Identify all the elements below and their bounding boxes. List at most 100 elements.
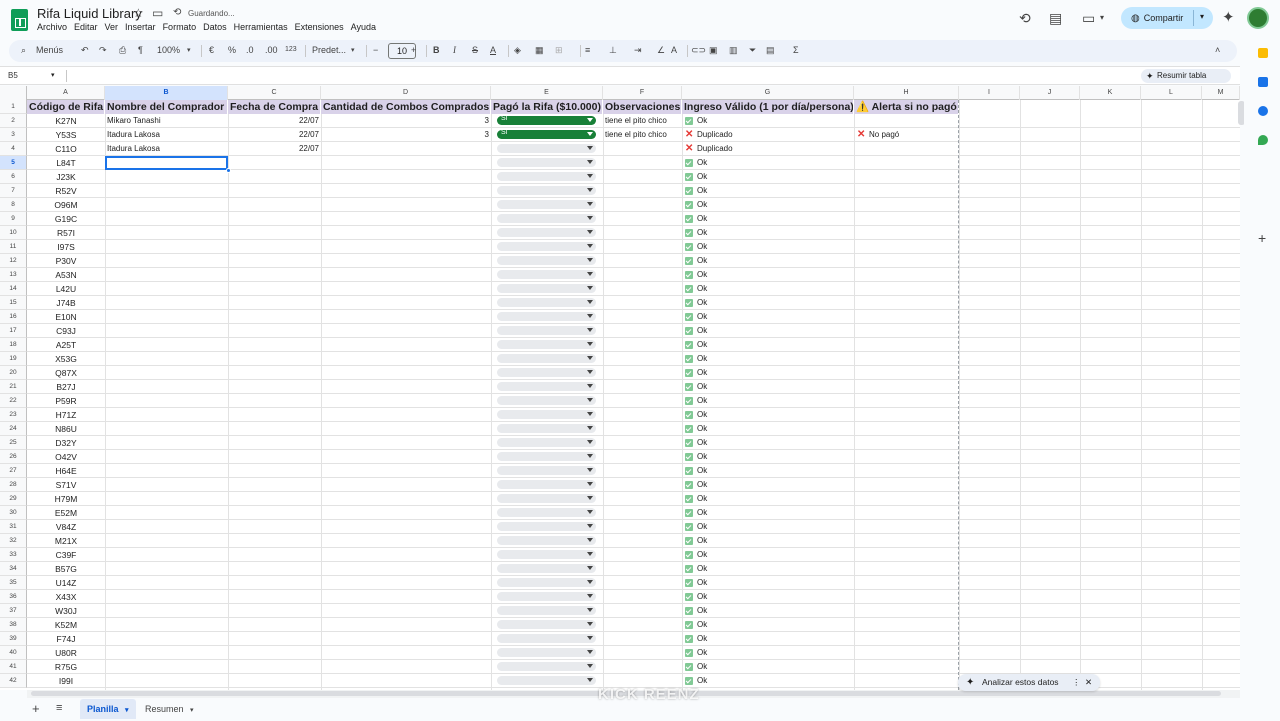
raffle-code-cell[interactable]: L84T xyxy=(27,156,105,170)
raffle-code-cell[interactable]: Y53S xyxy=(27,128,105,142)
raffle-code-cell[interactable]: J23K xyxy=(27,170,105,184)
valid-entry-cell[interactable]: Ok xyxy=(697,478,707,492)
row-header[interactable]: 30 xyxy=(0,506,27,520)
column-header-d[interactable]: D xyxy=(321,86,491,100)
paid-dropdown[interactable] xyxy=(497,592,596,601)
valid-entry-cell[interactable]: Ok xyxy=(697,422,707,436)
header-cell[interactable]: Cantidad de Combos Comprados xyxy=(321,100,491,114)
chevron-down-icon[interactable]: ▾ xyxy=(125,707,129,714)
chevron-down-icon[interactable]: ▾ xyxy=(51,71,55,79)
menu-archivo[interactable]: Archivo xyxy=(37,22,67,32)
valid-entry-cell[interactable]: Ok xyxy=(697,604,707,618)
borders-icon[interactable]: ▦ xyxy=(535,45,544,56)
paid-dropdown[interactable] xyxy=(497,354,596,363)
tab-resumen[interactable]: Resumen ▾ xyxy=(145,699,194,721)
valid-entry-cell[interactable]: Ok xyxy=(697,436,707,450)
buyer-name-cell[interactable]: Mikaro Tanashi xyxy=(107,114,227,128)
paid-dropdown[interactable] xyxy=(497,270,596,279)
paid-dropdown[interactable] xyxy=(497,606,596,615)
increase-decimal-button[interactable]: .00 xyxy=(265,45,278,55)
row-header[interactable]: 36 xyxy=(0,590,27,604)
search-icon[interactable]: ⌕ xyxy=(21,45,26,56)
valid-entry-cell[interactable]: Ok xyxy=(697,366,707,380)
menu-herramientas[interactable]: Herramientas xyxy=(234,22,288,32)
paid-dropdown[interactable] xyxy=(497,480,596,489)
column-header-j[interactable]: J xyxy=(1020,86,1080,100)
valid-entry-cell[interactable]: Duplicado xyxy=(697,142,733,156)
currency-button[interactable]: € xyxy=(209,45,214,55)
functions-button[interactable]: Σ xyxy=(793,45,799,55)
raffle-code-cell[interactable]: A53N xyxy=(27,268,105,282)
raffle-code-cell[interactable]: K52M xyxy=(27,618,105,632)
meet-icon[interactable]: ▭ xyxy=(1082,10,1095,27)
row-header[interactable]: 41 xyxy=(0,660,27,674)
row-header[interactable]: 28 xyxy=(0,478,27,492)
valid-entry-cell[interactable]: Ok xyxy=(697,548,707,562)
close-icon[interactable]: ✕ xyxy=(1085,674,1092,691)
row-header[interactable]: 15 xyxy=(0,296,27,310)
valid-entry-cell[interactable]: Ok xyxy=(697,184,707,198)
raffle-code-cell[interactable]: O42V xyxy=(27,450,105,464)
valid-entry-cell[interactable]: Ok xyxy=(697,324,707,338)
paid-dropdown[interactable] xyxy=(497,326,596,335)
paid-dropdown[interactable]: Sí xyxy=(497,129,596,139)
chevron-down-icon[interactable]: ▾ xyxy=(187,46,191,54)
row-header[interactable]: 26 xyxy=(0,450,27,464)
row-header[interactable]: 35 xyxy=(0,576,27,590)
raffle-code-cell[interactable]: B57G xyxy=(27,562,105,576)
row-header[interactable]: 29 xyxy=(0,492,27,506)
paid-dropdown[interactable] xyxy=(497,578,596,587)
share-button[interactable]: ◍ Compartir ▾ xyxy=(1121,7,1213,29)
chevron-up-icon[interactable]: ˄ xyxy=(1215,45,1220,55)
valid-entry-cell[interactable]: Ok xyxy=(697,618,707,632)
text-rotation-icon[interactable]: ∠ xyxy=(657,45,665,56)
paid-dropdown[interactable] xyxy=(497,466,596,475)
menu-ayuda[interactable]: Ayuda xyxy=(351,22,376,32)
row-header[interactable]: 14 xyxy=(0,282,27,296)
raffle-code-cell[interactable]: B27J xyxy=(27,380,105,394)
valid-entry-cell[interactable]: Ok xyxy=(697,660,707,674)
text-color-button[interactable]: A xyxy=(490,45,496,55)
menu-extensiones[interactable]: Extensiones xyxy=(295,22,344,32)
valid-entry-cell[interactable]: Ok xyxy=(697,198,707,212)
paid-dropdown[interactable] xyxy=(497,620,596,629)
header-cell[interactable]: Pagó la Rifa ($10.000) xyxy=(491,100,603,114)
raffle-code-cell[interactable]: X43X xyxy=(27,590,105,604)
merge-cells-icon[interactable]: ⊞ xyxy=(555,45,563,56)
paid-dropdown[interactable] xyxy=(497,676,596,685)
raffle-code-cell[interactable]: U80R xyxy=(27,646,105,660)
fill-handle[interactable] xyxy=(226,168,231,173)
row-header[interactable]: 22 xyxy=(0,394,27,408)
row-header[interactable]: 2 xyxy=(0,114,27,128)
valid-entry-cell[interactable]: Ok xyxy=(697,296,707,310)
valid-entry-cell[interactable]: Ok xyxy=(697,338,707,352)
paid-dropdown[interactable] xyxy=(497,228,596,237)
row-header[interactable]: 24 xyxy=(0,422,27,436)
raffle-code-cell[interactable]: E52M xyxy=(27,506,105,520)
spreadsheet-grid[interactable]: ABCDEFGHIJKLM 1 Código de Rifa Nombre del … xyxy=(0,86,1240,690)
comments-icon[interactable]: ▤ xyxy=(1049,10,1062,27)
header-cell[interactable]: Ingreso Válido (1 por día/persona) xyxy=(682,100,854,114)
paid-dropdown[interactable] xyxy=(497,648,596,657)
column-header-f[interactable]: F xyxy=(603,86,682,100)
fill-color-icon[interactable]: ◈ xyxy=(514,45,521,56)
comment-icon[interactable]: ▣ xyxy=(709,45,718,56)
valid-entry-cell[interactable]: Ok xyxy=(697,590,707,604)
valid-entry-cell[interactable]: Ok xyxy=(697,506,707,520)
paid-dropdown[interactable] xyxy=(497,200,596,209)
valid-entry-cell[interactable]: Ok xyxy=(697,212,707,226)
raffle-code-cell[interactable]: H64E xyxy=(27,464,105,478)
purchase-date-cell[interactable]: 22/07 xyxy=(228,128,319,142)
raffle-code-cell[interactable]: M21X xyxy=(27,534,105,548)
avatar[interactable] xyxy=(1247,7,1269,29)
italic-button[interactable]: I xyxy=(453,45,456,55)
number-format-button[interactable]: 123 xyxy=(285,46,297,53)
raffle-code-cell[interactable]: P59R xyxy=(27,394,105,408)
valid-entry-cell[interactable]: Ok xyxy=(697,534,707,548)
combos-qty-cell[interactable]: 3 xyxy=(321,128,489,142)
strikethrough-button[interactable]: S xyxy=(472,45,478,55)
add-addon-icon[interactable]: + xyxy=(1258,230,1266,246)
row-header[interactable]: 21 xyxy=(0,380,27,394)
paid-dropdown[interactable] xyxy=(497,158,596,167)
header-cell[interactable]: Fecha de Compra xyxy=(228,100,321,114)
